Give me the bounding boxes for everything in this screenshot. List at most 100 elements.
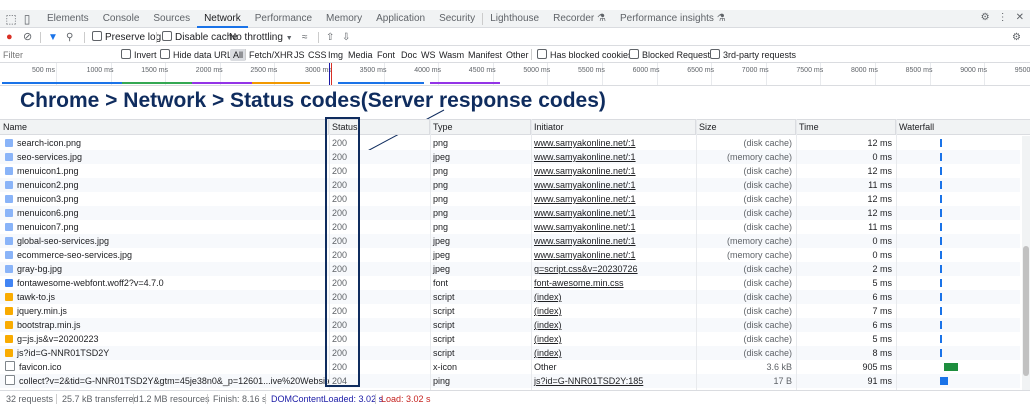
filter-type-ws[interactable]: WS: [421, 49, 436, 61]
device-toolbar-icon[interactable]: ▯: [20, 12, 34, 26]
cell-initiator[interactable]: www.samyakonline.net/:1: [531, 220, 696, 234]
filter-type-js[interactable]: JS: [294, 49, 305, 61]
inspect-element-icon[interactable]: ⬚: [4, 12, 18, 26]
table-row[interactable]: tawk-to.js 200 script (index) (disk cache) 6 …: [0, 290, 1020, 304]
clear-icon[interactable]: ⊘: [23, 31, 32, 44]
tab-application[interactable]: Application: [369, 10, 432, 28]
table-row[interactable]: g=js.js&v=20200223 200 script (index) (disk …: [0, 332, 1020, 346]
tab-lighthouse[interactable]: Lighthouse: [483, 10, 546, 28]
cell-initiator[interactable]: g=script.css&v=20230726: [531, 262, 696, 276]
preserve-log-checkbox[interactable]: Preserve log: [92, 31, 161, 44]
has-blocked-cookies-checkbox[interactable]: Has blocked cookies: [537, 49, 633, 61]
filter-funnel-icon[interactable]: ▼: [48, 31, 58, 44]
table-row[interactable]: menuicon2.png 200 png www.samyakonline.net/…: [0, 178, 1020, 192]
cell-initiator[interactable]: www.samyakonline.net/:1: [531, 206, 696, 220]
tab-elements[interactable]: Elements: [40, 10, 96, 28]
tab-sources[interactable]: Sources: [146, 10, 197, 28]
column-header-initiator[interactable]: Initiator: [531, 120, 696, 135]
cell-initiator[interactable]: (index): [531, 304, 696, 318]
table-row[interactable]: menuicon7.png 200 png www.samyakonline.net/…: [0, 220, 1020, 234]
cell-type: png: [433, 138, 449, 148]
filter-type-all[interactable]: All: [230, 49, 247, 61]
cell-initiator[interactable]: www.samyakonline.net/:1: [531, 150, 696, 164]
tab-security[interactable]: Security: [432, 10, 482, 28]
column-header-waterfall[interactable]: Waterfall: [896, 120, 1022, 135]
cell-initiator[interactable]: (index): [531, 290, 696, 304]
table-row[interactable]: collect?v=2&tid=G-NNR01TSD2Y&gtm=45je38n…: [0, 374, 1020, 388]
throttling-select[interactable]: No throttling ▼: [229, 31, 293, 44]
table-row[interactable]: seo-services.jpg 200 jpeg www.samyakonline.…: [0, 150, 1020, 164]
disable-cache-checkbox[interactable]: Disable cache: [162, 31, 238, 44]
cell-initiator[interactable]: www.samyakonline.net/:1: [531, 178, 696, 192]
tab-console[interactable]: Console: [96, 10, 147, 28]
cell-initiator[interactable]: (index): [531, 318, 696, 332]
filter-type-css[interactable]: CSS: [308, 49, 327, 61]
tab-performance-insights[interactable]: Performance insights ⚗: [613, 10, 733, 28]
export-har-icon[interactable]: ⇩: [342, 31, 350, 44]
table-row[interactable]: search-icon.png 200 png www.samyakonline.ne…: [0, 136, 1020, 150]
load-marker: [331, 63, 332, 85]
filter-type-other[interactable]: Other: [506, 49, 529, 61]
search-icon[interactable]: ⚲: [66, 31, 73, 44]
filter-type-img[interactable]: Img: [328, 49, 343, 61]
table-row[interactable]: fontawesome-webfont.woff2?v=4.7.0 200 font…: [0, 276, 1020, 290]
filter-type-font[interactable]: Font: [377, 49, 395, 61]
settings-gear-icon[interactable]: ⚙: [981, 12, 990, 23]
cell-size: (disk cache): [743, 222, 792, 232]
cell-initiator[interactable]: (index): [531, 346, 696, 360]
cell-name: tawk-to.js: [0, 290, 329, 304]
column-header-time[interactable]: Time: [796, 120, 896, 135]
cell-initiator[interactable]: www.samyakonline.net/:1: [531, 234, 696, 248]
table-row[interactable]: jquery.min.js 200 script (index) (disk cache…: [0, 304, 1020, 318]
record-icon[interactable]: ●: [6, 31, 13, 44]
cell-initiator[interactable]: www.samyakonline.net/:1: [531, 192, 696, 206]
cell-time: 12 ms: [867, 166, 892, 176]
table-row[interactable]: gray-bg.jpg 200 jpeg g=script.css&v=2023072…: [0, 262, 1020, 276]
more-options-icon[interactable]: ⋮: [998, 12, 1008, 23]
blocked-requests-checkbox[interactable]: Blocked Requests: [629, 49, 715, 61]
invert-checkbox[interactable]: Invert: [121, 49, 157, 61]
tab-recorder[interactable]: Recorder ⚗: [546, 10, 613, 28]
tab-memory[interactable]: Memory: [319, 10, 369, 28]
cell-initiator[interactable]: www.samyakonline.net/:1: [531, 136, 696, 150]
filter-type-doc[interactable]: Doc: [401, 49, 417, 61]
cell-initiator[interactable]: font-awesome.min.css: [531, 276, 696, 290]
table-row[interactable]: menuicon3.png 200 png www.samyakonline.net/…: [0, 192, 1020, 206]
request-name: menuicon7.png: [17, 222, 79, 232]
hide-data-urls-checkbox[interactable]: Hide data URLs: [160, 49, 237, 61]
cell-name: menuicon7.png: [0, 220, 329, 234]
table-row[interactable]: favicon.ico 200 x-icon Other 3.6 kB 905 ms: [0, 360, 1020, 374]
filter-input[interactable]: [3, 48, 111, 62]
cell-initiator[interactable]: (index): [531, 332, 696, 346]
tab-performance[interactable]: Performance: [248, 10, 319, 28]
table-row[interactable]: global-seo-services.jpg 200 jpeg www.samyak…: [0, 234, 1020, 248]
column-header-name[interactable]: Name: [0, 120, 329, 135]
table-row[interactable]: js?id=G-NNR01TSD2Y 200 script (index) (disk …: [0, 346, 1020, 360]
filter-type-wasm[interactable]: Wasm: [439, 49, 464, 61]
column-header-type[interactable]: Type: [430, 120, 531, 135]
column-divider: [430, 119, 431, 390]
checkbox-icon: [162, 31, 172, 41]
table-row[interactable]: menuicon1.png 200 png www.samyakonline.net/…: [0, 164, 1020, 178]
network-conditions-icon[interactable]: ≈: [302, 31, 308, 44]
column-header-size[interactable]: Size: [696, 120, 796, 135]
third-party-checkbox[interactable]: 3rd-party requests: [710, 49, 796, 61]
tab-network[interactable]: Network: [197, 10, 248, 28]
cell-initiator[interactable]: www.samyakonline.net/:1: [531, 164, 696, 178]
table-row[interactable]: bootstrap.min.js 200 script (index) (disk ca…: [0, 318, 1020, 332]
filter-type-media[interactable]: Media: [348, 49, 373, 61]
table-row[interactable]: menuicon6.png 200 png www.samyakonline.net/…: [0, 206, 1020, 220]
close-devtools-icon[interactable]: ✕: [1016, 12, 1024, 23]
scrollbar-thumb[interactable]: [1023, 246, 1029, 376]
cell-initiator[interactable]: js?id=G-NNR01TSD2Y:185: [531, 374, 696, 388]
import-har-icon[interactable]: ⇧: [326, 31, 334, 44]
cell-initiator[interactable]: www.samyakonline.net/:1: [531, 248, 696, 262]
preserve-log-label: Preserve log: [105, 32, 162, 43]
table-scrollbar[interactable]: [1022, 136, 1030, 390]
network-settings-icon[interactable]: ⚙: [1012, 31, 1021, 44]
filter-type-manifest[interactable]: Manifest: [468, 49, 502, 61]
filter-type-fetch-xhr[interactable]: Fetch/XHR: [249, 49, 293, 61]
image-file-icon: [5, 153, 13, 161]
table-row[interactable]: ecommerce-seo-services.jpg 200 jpeg www.sam…: [0, 248, 1020, 262]
network-overview-timeline[interactable]: 500 ms 1000 ms 1500 ms 2000 ms 2500 ms 3000 m…: [0, 63, 1030, 86]
